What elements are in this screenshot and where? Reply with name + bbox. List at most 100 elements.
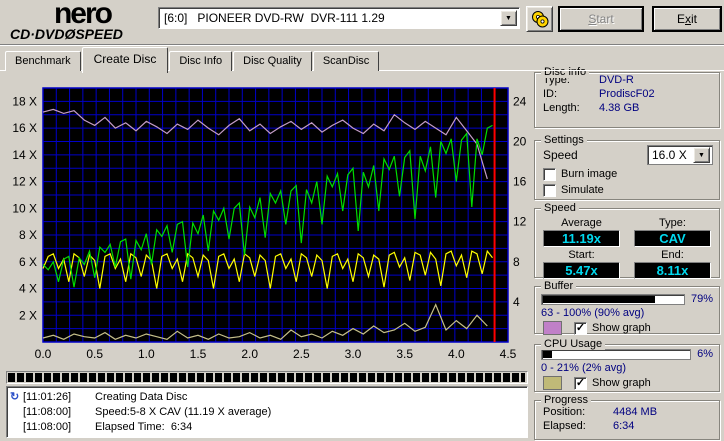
cpu-usage-panel: CPU Usage 6% 0 - 21% (2% avg) ✓ Show gra…	[534, 338, 720, 392]
buffer-panel: Buffer 79% 63 - 100% (90% avg) ✓ Show gr…	[534, 280, 720, 335]
cpu-show-graph-label: Show graph	[592, 377, 651, 389]
svg-text:20: 20	[513, 134, 527, 148]
cpu-meter-fill	[543, 350, 552, 358]
svg-text:16: 16	[513, 175, 527, 189]
svg-text:0.5: 0.5	[86, 347, 103, 361]
disc-options-button[interactable]	[526, 6, 553, 32]
svg-text:8: 8	[513, 255, 520, 269]
tab-scandisc[interactable]: ScanDisc	[312, 51, 380, 71]
write-speed-chart: 2 X 4 X 6 X 8 X 10 X 12 X 14 X 16 X 18 X 4 8 12 16 20…	[12, 87, 527, 361]
svg-text:2 X: 2 X	[19, 308, 37, 322]
cpu-usage-title: CPU Usage	[541, 338, 606, 350]
cpu-meter	[541, 348, 692, 360]
speed-end-label: End:	[661, 249, 684, 261]
device-select[interactable]: [6:0] PIONEER DVD-RW DVR-111 1.29 ▼	[158, 7, 520, 29]
burn-image-label: Burn image	[561, 168, 618, 180]
chevron-down-icon: ▼	[698, 151, 705, 159]
svg-text:14 X: 14 X	[12, 148, 37, 162]
buffer-title: Buffer	[541, 280, 577, 292]
progress-elapsed-row: Elapsed: 6:34	[543, 420, 635, 432]
buffer-show-graph-checkbox[interactable]: ✓	[574, 321, 587, 335]
svg-text:1.5: 1.5	[190, 347, 207, 361]
disc-id-value: ProdiscF02	[599, 88, 655, 100]
speed-type-label: Type:	[659, 217, 686, 229]
svg-text:8 X: 8 X	[19, 228, 37, 242]
cpu-percent: 6%	[697, 348, 713, 360]
simulate-checkbox[interactable]	[543, 183, 556, 197]
buffer-show-graph-label: Show graph	[592, 322, 651, 334]
speed-start-value: 5.47x	[543, 262, 620, 279]
progress-elapsed-value: 6:34	[613, 420, 635, 432]
disc-type-value: DVD-R	[599, 74, 634, 86]
svg-text:3.0: 3.0	[345, 347, 362, 361]
speed-average-label: Average	[561, 217, 602, 229]
nero-logo-text: nero	[53, 0, 113, 30]
svg-text:12: 12	[513, 215, 527, 229]
log-line: [11:08:00] Elapsed Time: 6:34	[23, 420, 193, 433]
settings-panel: Settings Speed 16.0 X ▼ Burn image Simul…	[534, 134, 720, 200]
svg-text:0.0: 0.0	[35, 347, 52, 361]
buffer-meter	[541, 293, 685, 305]
tab-create-disc[interactable]: Create Disc	[81, 47, 169, 73]
speed-select[interactable]: 16.0 X ▼	[647, 145, 713, 165]
tab-disc-info[interactable]: Disc Info	[169, 51, 233, 71]
svg-text:2.0: 2.0	[241, 347, 258, 361]
overall-progress-fill	[8, 373, 526, 382]
svg-text:3.5: 3.5	[396, 347, 413, 361]
log-line: ↻ [11:01:26] Creating Data Disc	[10, 390, 188, 404]
device-select-value: [6:0] PIONEER DVD-RW DVR-111 1.29	[164, 11, 385, 25]
cpu-color-swatch	[543, 376, 562, 390]
buffer-range: 63 - 100% (90% avg)	[541, 307, 645, 319]
disc-length-value: 4.38 GB	[599, 102, 640, 114]
status-log: ↻ [11:01:26] Creating Data Disc [11:08:0…	[6, 386, 528, 438]
buffer-meter-fill	[543, 295, 656, 303]
cpu-range: 0 - 21% (2% avg)	[541, 362, 626, 374]
device-select-dropdown-button[interactable]: ▼	[500, 10, 517, 26]
simulate-label: Simulate	[561, 184, 604, 196]
buffer-percent: 79%	[690, 293, 713, 305]
speed-label: Speed	[543, 148, 578, 162]
header-separator	[0, 44, 724, 46]
svg-text:18 X: 18 X	[12, 94, 37, 108]
nero-cd-dvd-speed-window: nero CD·DVDØSPEED [6:0] PIONEER DVD-RW D…	[0, 0, 724, 441]
svg-text:24: 24	[513, 94, 527, 108]
speed-end-value: 8.11x	[634, 262, 711, 279]
chevron-down-icon: ▼	[505, 14, 512, 22]
speed-panel: Speed Average 11.19x Type: CAV Start: 5.47x…	[534, 202, 720, 279]
progress-position-value: 4484 MB	[613, 406, 658, 418]
burn-image-checkbox[interactable]	[543, 167, 556, 181]
speed-select-dropdown-button[interactable]: ▼	[693, 147, 710, 163]
tab-disc-quality[interactable]: Disc Quality	[233, 51, 312, 71]
disc-length-row: Length: 4.38 GB	[543, 102, 640, 114]
speed-type-value: CAV	[634, 230, 711, 247]
svg-text:6 X: 6 X	[19, 255, 37, 269]
svg-text:12 X: 12 X	[12, 175, 37, 189]
cd-dvd-speed-logo-text: CD·DVDØSPEED	[10, 26, 123, 42]
progress-position-row: Position: 4484 MB	[543, 406, 658, 418]
cpu-show-graph-checkbox[interactable]: ✓	[574, 376, 587, 390]
settings-title: Settings	[541, 134, 587, 146]
disc-info-title: Disc info	[541, 66, 590, 78]
progress-title: Progress	[541, 394, 592, 406]
svg-text:1.0: 1.0	[138, 347, 155, 361]
speed-average-value: 11.19x	[543, 230, 620, 247]
log-line: [11:08:00] Speed:5-8 X CAV (11.19 X aver…	[23, 405, 272, 418]
svg-text:4 X: 4 X	[19, 282, 37, 296]
svg-text:16 X: 16 X	[12, 121, 37, 135]
svg-text:4: 4	[513, 295, 520, 309]
discs-icon	[531, 11, 548, 28]
disc-id-row: ID: ProdiscF02	[543, 88, 655, 100]
log-status-icon: ↻	[10, 391, 20, 403]
disc-info-panel: Disc info Type: DVD-R ID: ProdiscF02 Lengt…	[534, 66, 720, 128]
start-button[interactable]: Start	[558, 6, 644, 32]
buffer-color-swatch	[543, 321, 562, 335]
svg-text:10 X: 10 X	[12, 201, 37, 215]
svg-text:2.5: 2.5	[293, 347, 310, 361]
exit-button[interactable]: Exit	[652, 6, 722, 32]
tab-benchmark[interactable]: Benchmark	[5, 51, 81, 71]
disc-glyph-icon: Ø	[64, 26, 76, 42]
speed-title: Speed	[541, 202, 579, 214]
speed-select-value: 16.0 X	[652, 148, 687, 162]
progress-panel: Progress Position: 4484 MB Elapsed: 6:34	[534, 394, 720, 440]
speed-start-label: Start:	[568, 249, 595, 261]
